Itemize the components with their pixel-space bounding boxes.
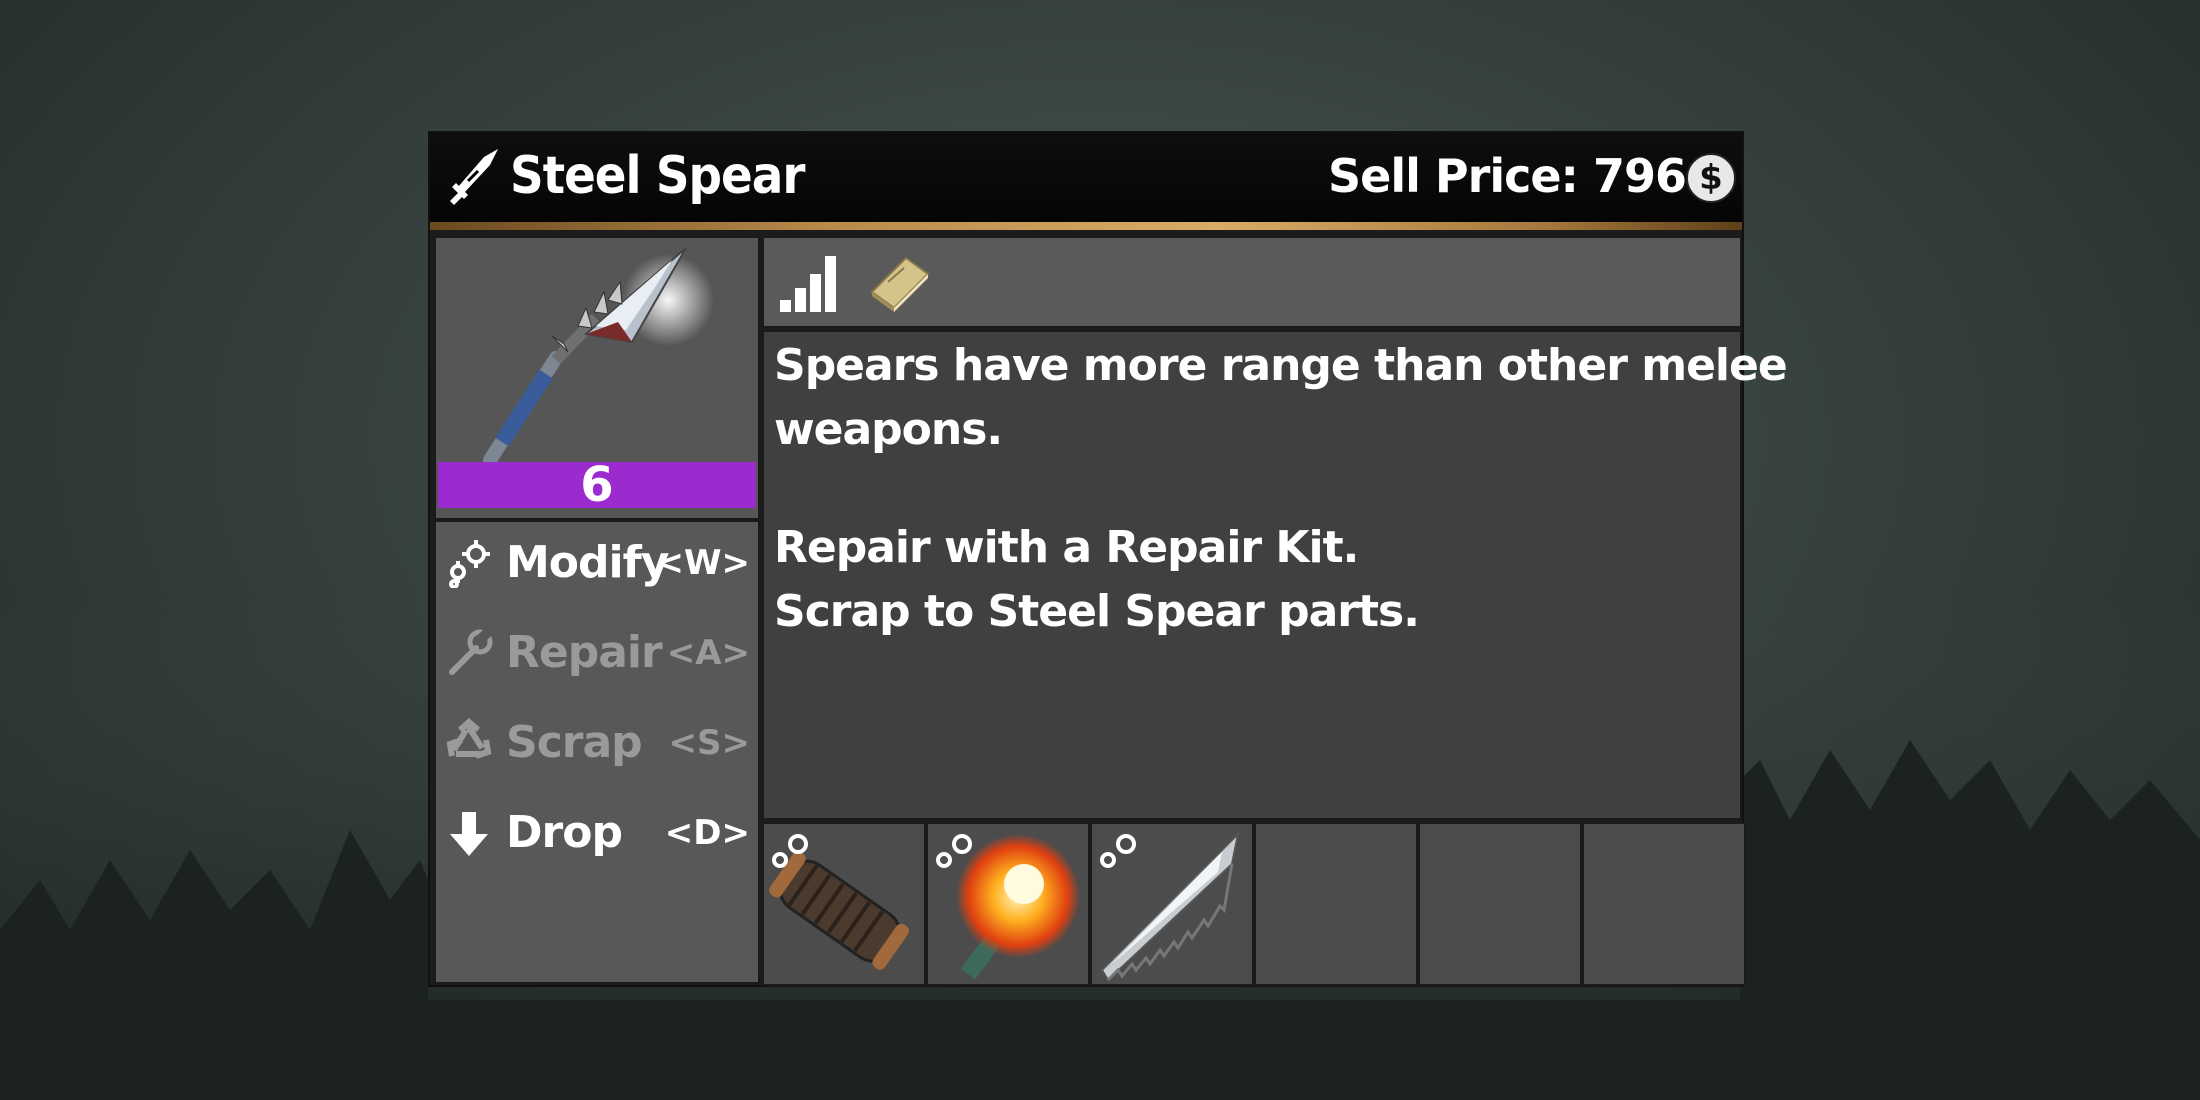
melee-weapon-icon	[450, 149, 498, 205]
action-list: Modify <W> Repair <A> Scrap <S> Drop <D>	[434, 520, 760, 984]
recycle-icon	[446, 718, 492, 759]
scrap-hotkey: <S>	[668, 723, 750, 763]
mod-gears-icon	[936, 834, 972, 868]
modify-gears-icon	[449, 540, 490, 588]
repair-action[interactable]: Repair <A>	[436, 612, 758, 694]
item-preview: 6	[434, 236, 760, 520]
mod-gears-icon	[772, 834, 808, 868]
arrow-down-icon	[450, 812, 488, 856]
item-name: Steel Spear	[510, 146, 805, 206]
modify-hotkey: <W>	[655, 543, 750, 583]
description-line: Spears have more range than other melee	[774, 340, 1788, 391]
mod-slot-1[interactable]	[762, 822, 926, 986]
modify-label: Modify	[506, 537, 669, 588]
drop-action[interactable]: Drop <D>	[436, 792, 758, 874]
scrap-label: Scrap	[506, 717, 643, 768]
modify-action[interactable]: Modify <W>	[436, 522, 758, 604]
description-line: Repair with a Repair Kit.	[774, 522, 1359, 573]
mod-slot-6-empty[interactable]	[1582, 822, 1746, 986]
title-bar: Steel Spear Sell Price: 796 $	[430, 133, 1742, 222]
coin-icon: $	[1686, 153, 1736, 203]
mod-slot-4-empty[interactable]	[1254, 822, 1418, 986]
mod-slot-5-empty[interactable]	[1418, 822, 1582, 986]
item-info-window: Steel Spear Sell Price: 796 $ 6 Modify <…	[428, 131, 1788, 987]
steel-spear-image	[483, 247, 714, 467]
drop-label: Drop	[506, 807, 623, 858]
mod-slot-3[interactable]	[1090, 822, 1254, 986]
description-line: weapons.	[774, 404, 1003, 455]
book-icon[interactable]	[866, 248, 932, 314]
item-description: Spears have more range than other melee …	[762, 330, 1788, 820]
description-line: Scrap to Steel Spear parts.	[774, 586, 1420, 637]
mod-slot-2[interactable]	[926, 822, 1090, 986]
wrench-icon	[449, 628, 493, 675]
stats-bar	[762, 236, 1742, 328]
sell-price: Sell Price: 796	[1328, 149, 1687, 203]
repair-label: Repair	[506, 627, 663, 678]
scrap-action[interactable]: Scrap <S>	[436, 702, 758, 784]
repair-hotkey: <A>	[666, 633, 750, 673]
quality-tier-bar: 6	[438, 461, 756, 509]
mod-gears-icon	[1100, 834, 1136, 868]
title-divider	[430, 222, 1742, 230]
signal-bars-icon[interactable]	[778, 248, 840, 314]
drop-hotkey: <D>	[664, 813, 750, 853]
